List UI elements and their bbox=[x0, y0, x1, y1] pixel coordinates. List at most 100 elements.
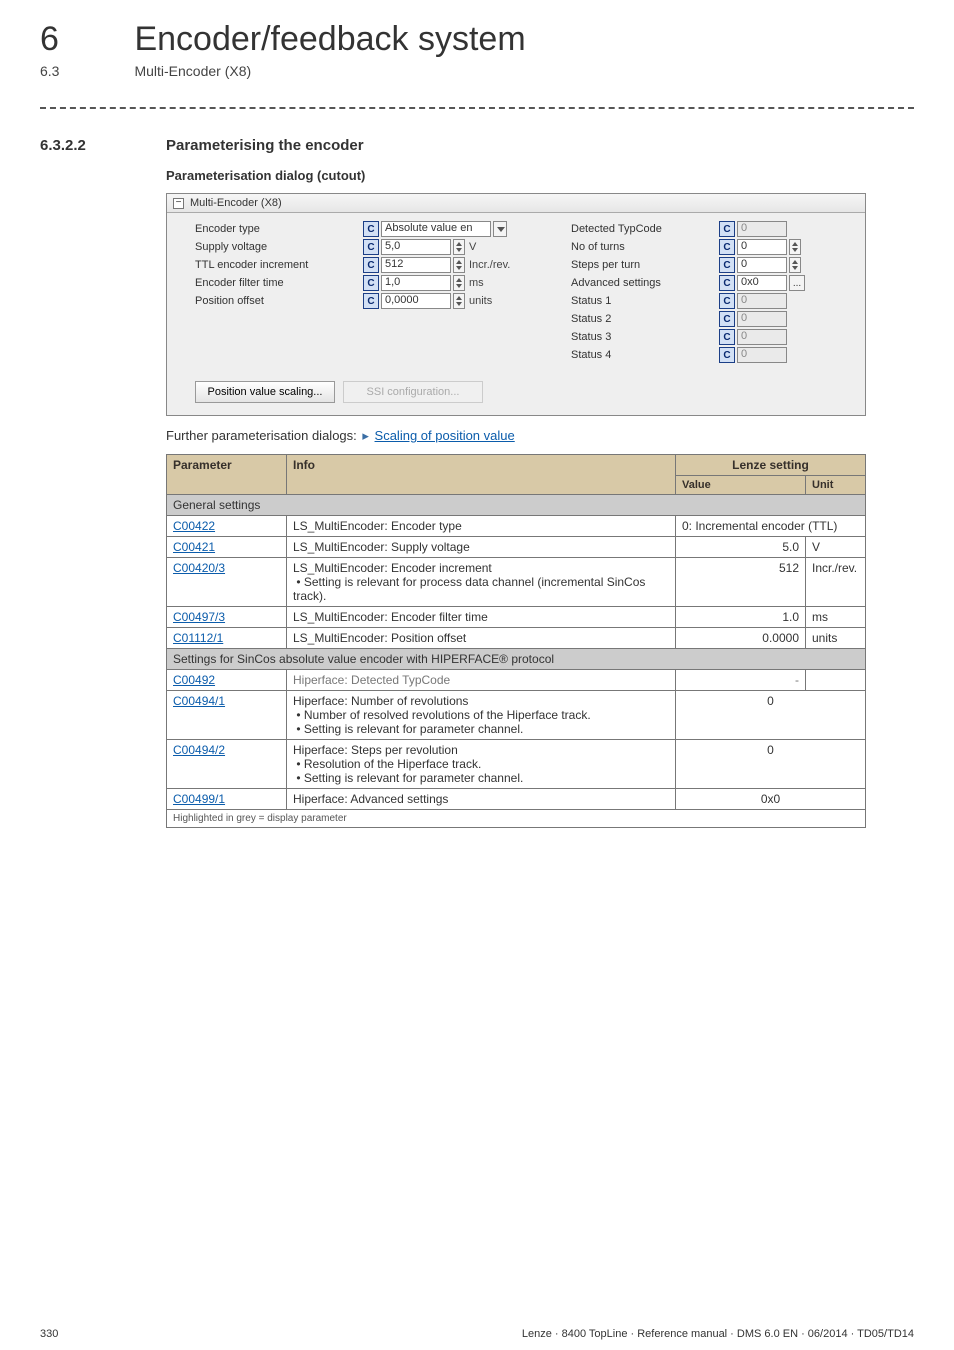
col-lenze-setting: Lenze setting bbox=[676, 455, 866, 476]
unit-label: V bbox=[469, 241, 476, 253]
param-code-link[interactable]: C00499/1 bbox=[173, 792, 225, 806]
dialog-caption: Parameterisation dialog (cutout) bbox=[166, 168, 914, 183]
param-code-link[interactable]: C00421 bbox=[173, 540, 215, 554]
c-button[interactable]: C bbox=[363, 257, 379, 273]
page-number: 330 bbox=[40, 1328, 58, 1340]
table-row: C00492 Hiperface: Detected TypCode- bbox=[167, 670, 866, 691]
c-button[interactable]: C bbox=[719, 257, 735, 273]
c-button[interactable]: C bbox=[363, 239, 379, 255]
position-value-scaling-button[interactable]: Position value scaling... bbox=[195, 381, 335, 403]
param-value: 0.0000 bbox=[676, 628, 806, 649]
param-code-link[interactable]: C00497/3 bbox=[173, 610, 225, 624]
c-button[interactable]: C bbox=[719, 221, 735, 237]
encoder-type-combobox[interactable]: Absolute value en bbox=[381, 221, 491, 237]
label-advanced-settings: Advanced settings bbox=[571, 277, 691, 289]
status3-field: 0 bbox=[737, 329, 787, 345]
label-steps-per-turn: Steps per turn bbox=[571, 259, 691, 271]
spinner-icon[interactable] bbox=[789, 257, 801, 273]
parameterisation-dialog-cutout: − Multi-Encoder (X8) Encoder type C Abso… bbox=[166, 193, 866, 416]
table-row: C00499/1Hiperface: Advanced settings0x0 bbox=[167, 789, 866, 810]
param-info: LS_MultiEncoder: Encoder filter time bbox=[287, 607, 676, 628]
label-status3: Status 3 bbox=[571, 331, 691, 343]
param-unit: ms bbox=[806, 607, 866, 628]
scaling-of-position-value-link[interactable]: Scaling of position value bbox=[375, 428, 515, 443]
no-of-turns-field[interactable]: 0 bbox=[737, 239, 787, 255]
spinner-icon[interactable] bbox=[453, 239, 465, 255]
label-status1: Status 1 bbox=[571, 295, 691, 307]
param-value: 512 bbox=[676, 558, 806, 607]
label-encoder-type: Encoder type bbox=[195, 223, 335, 235]
param-code-link[interactable]: C00494/2 bbox=[173, 743, 225, 757]
spinner-icon[interactable] bbox=[453, 293, 465, 309]
filter-time-field[interactable]: 1,0 bbox=[381, 275, 451, 291]
param-value: - bbox=[676, 670, 806, 691]
param-code-link[interactable]: C00422 bbox=[173, 519, 215, 533]
spinner-icon[interactable] bbox=[453, 257, 465, 273]
unit-label: Incr./rev. bbox=[469, 259, 510, 271]
c-button[interactable]: C bbox=[363, 275, 379, 291]
c-button[interactable]: C bbox=[363, 221, 379, 237]
table-row: C00422LS_MultiEncoder: Encoder type0: In… bbox=[167, 516, 866, 537]
param-info: LS_MultiEncoder: Encoder increment • Set… bbox=[287, 558, 676, 607]
supply-voltage-field[interactable]: 5,0 bbox=[381, 239, 451, 255]
param-info: LS_MultiEncoder: Encoder type bbox=[287, 516, 676, 537]
col-value: Value bbox=[676, 476, 806, 495]
ssi-configuration-button: SSI configuration... bbox=[343, 381, 483, 403]
unit-label: units bbox=[469, 295, 492, 307]
spinner-icon[interactable] bbox=[789, 239, 801, 255]
param-value: 5.0 bbox=[676, 537, 806, 558]
steps-per-turn-field[interactable]: 0 bbox=[737, 257, 787, 273]
heading-title: Parameterising the encoder bbox=[166, 137, 364, 154]
c-button[interactable]: C bbox=[719, 347, 735, 363]
table-footnote: Highlighted in grey = display parameter bbox=[167, 810, 866, 828]
param-info: Hiperface: Number of revolutions • Numbe… bbox=[287, 691, 676, 740]
c-button[interactable]: C bbox=[719, 329, 735, 345]
position-offset-field[interactable]: 0,0000 bbox=[381, 293, 451, 309]
label-no-of-turns: No of turns bbox=[571, 241, 691, 253]
param-code-link[interactable]: C00420/3 bbox=[173, 561, 225, 575]
param-info: LS_MultiEncoder: Position offset bbox=[287, 628, 676, 649]
param-unit: Incr./rev. bbox=[806, 558, 866, 607]
advanced-settings-field[interactable]: 0x0 bbox=[737, 275, 787, 291]
triangle-right-icon: ▸ bbox=[362, 428, 369, 443]
label-position-offset: Position offset bbox=[195, 295, 335, 307]
tree-collapse-icon[interactable]: − bbox=[173, 198, 184, 209]
param-info: Hiperface: Detected TypCode bbox=[287, 670, 676, 691]
label-supply-voltage: Supply voltage bbox=[195, 241, 335, 253]
section-number: 6.3 bbox=[40, 63, 130, 79]
param-code-link[interactable]: C00494/1 bbox=[173, 694, 225, 708]
c-button[interactable]: C bbox=[719, 311, 735, 327]
doc-footer: Lenze · 8400 TopLine · Reference manual … bbox=[522, 1328, 914, 1340]
c-button[interactable]: C bbox=[719, 293, 735, 309]
table-row: C00421 LS_MultiEncoder: Supply voltage5.0… bbox=[167, 537, 866, 558]
cutout-title: Multi-Encoder (X8) bbox=[190, 197, 282, 209]
col-unit: Unit bbox=[806, 476, 866, 495]
label-status2: Status 2 bbox=[571, 313, 691, 325]
spinner-icon[interactable] bbox=[453, 275, 465, 291]
chapter-number: 6 bbox=[40, 20, 130, 59]
param-unit: units bbox=[806, 628, 866, 649]
label-detected-typcode: Detected TypCode bbox=[571, 223, 691, 235]
parameter-table: Parameter Info Lenze setting Value Unit … bbox=[166, 454, 866, 828]
c-button[interactable]: C bbox=[363, 293, 379, 309]
heading-number: 6.3.2.2 bbox=[40, 137, 166, 154]
param-code-link[interactable]: C00492 bbox=[173, 673, 215, 687]
ellipsis-button[interactable]: ... bbox=[789, 275, 805, 291]
ttl-increment-field[interactable]: 512 bbox=[381, 257, 451, 273]
status4-field: 0 bbox=[737, 347, 787, 363]
c-button[interactable]: C bbox=[719, 275, 735, 291]
section-title: Multi-Encoder (X8) bbox=[134, 63, 251, 79]
table-row: C00494/1 Hiperface: Number of revolutions… bbox=[167, 691, 866, 740]
param-info: LS_MultiEncoder: Supply voltage bbox=[287, 537, 676, 558]
table-row: C01112/1 LS_MultiEncoder: Position offset… bbox=[167, 628, 866, 649]
param-unit: V bbox=[806, 537, 866, 558]
c-button[interactable]: C bbox=[719, 239, 735, 255]
label-filter-time: Encoder filter time bbox=[195, 277, 335, 289]
param-code-link[interactable]: C01112/1 bbox=[173, 631, 223, 645]
unit-label: ms bbox=[469, 277, 484, 289]
chevron-down-icon[interactable] bbox=[493, 221, 507, 237]
label-status4: Status 4 bbox=[571, 349, 691, 361]
col-parameter: Parameter bbox=[167, 455, 287, 495]
param-info: Hiperface: Advanced settings bbox=[287, 789, 676, 810]
col-info: Info bbox=[287, 455, 676, 495]
